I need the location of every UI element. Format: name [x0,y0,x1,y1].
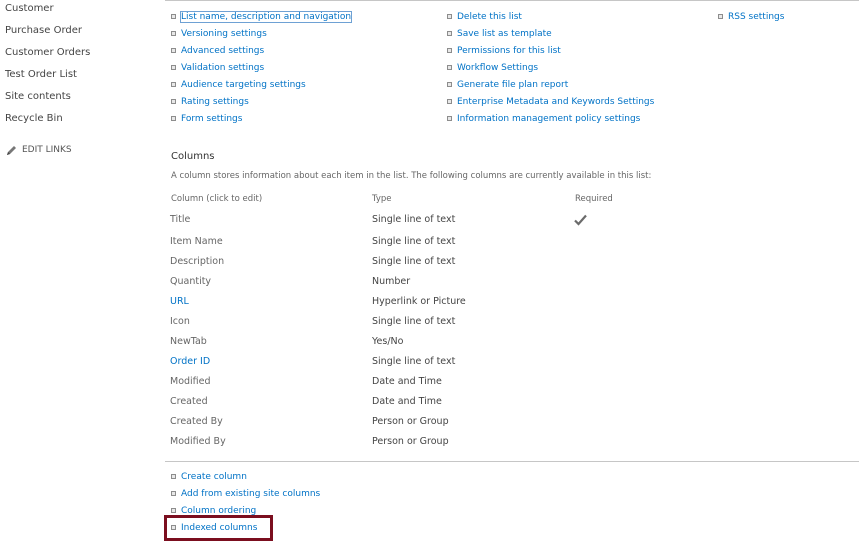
square-bullet-icon [447,116,452,121]
column-type: Single line of text [372,356,456,367]
square-bullet-icon [171,82,176,87]
column-name-link[interactable]: Order ID [170,355,210,369]
column-type: Hyperlink or Picture [372,296,466,307]
table-row: Created Date and Time [0,395,859,415]
information-management-policy-settings-link[interactable]: Information management policy settings [447,112,654,129]
column-name[interactable]: Item Name [170,235,223,249]
column-type: Single line of text [372,214,456,225]
column-type: Single line of text [372,316,456,327]
square-bullet-icon [171,474,176,479]
table-row: URL Hyperlink or Picture [0,295,859,315]
columns-heading: Columns [171,151,215,162]
top-border [165,0,859,1]
enterprise-metadata-keywords-settings-link[interactable]: Enterprise Metadata and Keywords Setting… [447,95,654,112]
settings-column-1: List name, description and navigation Ve… [171,10,353,129]
column-type: Yes/No [372,336,404,347]
nav-item-test-order-list[interactable]: Test Order List [5,68,77,82]
column-name[interactable]: Created By [170,415,223,429]
save-list-as-template-link[interactable]: Save list as template [447,27,654,44]
square-bullet-icon [447,65,452,70]
pencil-icon [6,145,17,156]
column-header-type: Type [372,194,392,204]
indexed-columns-highlight-box [164,515,273,541]
square-bullet-icon [718,14,723,19]
column-type: Date and Time [372,396,442,407]
audience-targeting-settings-link[interactable]: Audience targeting settings [171,78,351,95]
column-type: Number [372,276,411,287]
square-bullet-icon [171,14,176,19]
versioning-settings-link[interactable]: Versioning settings [171,27,351,44]
nav-item-customer-orders[interactable]: Customer Orders [5,46,90,60]
column-type: Person or Group [372,436,449,447]
delete-this-list-link[interactable]: Delete this list [447,10,654,27]
column-type: Single line of text [372,256,456,267]
list-name-description-navigation-link[interactable]: List name, description and navigation [171,10,353,27]
column-name[interactable]: Icon [170,315,190,329]
square-bullet-icon [171,65,176,70]
column-type: Person or Group [372,416,449,427]
square-bullet-icon [447,31,452,36]
rating-settings-link[interactable]: Rating settings [171,95,351,112]
column-name[interactable]: Modified By [170,435,226,449]
column-header-required: Required [575,194,613,204]
table-row: Icon Single line of text [0,315,859,335]
table-row: Order ID Single line of text [0,355,859,375]
nav-item-site-contents[interactable]: Site contents [5,90,71,104]
square-bullet-icon [447,82,452,87]
edit-links-button[interactable]: EDIT LINKS [6,144,72,156]
column-name[interactable]: NewTab [170,335,207,349]
square-bullet-icon [447,99,452,104]
column-type: Date and Time [372,376,442,387]
settings-column-3: RSS settings [718,10,784,27]
edit-links-label: EDIT LINKS [22,145,72,155]
column-name[interactable]: Quantity [170,275,211,289]
table-row: Modified By Person or Group [0,435,859,455]
table-row: Modified Date and Time [0,375,859,395]
create-column-link[interactable]: Create column [171,470,320,487]
table-row: Item Name Single line of text [0,235,859,255]
square-bullet-icon [171,99,176,104]
table-row: NewTab Yes/No [0,335,859,355]
nav-item-purchase-order[interactable]: Purchase Order [5,24,82,38]
advanced-settings-link[interactable]: Advanced settings [171,44,351,61]
workflow-settings-link[interactable]: Workflow Settings [447,61,654,78]
square-bullet-icon [171,508,176,513]
column-name[interactable]: Modified [170,375,211,389]
column-type: Single line of text [372,236,456,247]
checkmark-icon [574,211,587,230]
table-row: Quantity Number [0,275,859,295]
square-bullet-icon [171,48,176,53]
square-bullet-icon [171,31,176,36]
form-settings-link[interactable]: Form settings [171,112,351,129]
table-row: Description Single line of text [0,255,859,275]
columns-description: A column stores information about each i… [171,171,652,181]
square-bullet-icon [447,48,452,53]
table-row: Title Single line of text [0,213,859,233]
square-bullet-icon [171,116,176,121]
square-bullet-icon [171,491,176,496]
permissions-for-this-list-link[interactable]: Permissions for this list [447,44,654,61]
nav-item-recycle-bin[interactable]: Recycle Bin [5,112,63,126]
table-row: Created By Person or Group [0,415,859,435]
add-from-existing-site-columns-link[interactable]: Add from existing site columns [171,487,320,504]
column-name[interactable]: Created [170,395,208,409]
section-divider [165,461,859,462]
rss-settings-link[interactable]: RSS settings [718,10,784,27]
settings-column-2: Delete this list Save list as template P… [447,10,654,129]
nav-item-customer[interactable]: Customer [5,2,54,16]
column-name[interactable]: Title [170,213,190,227]
square-bullet-icon [447,14,452,19]
column-header-name: Column (click to edit) [171,194,263,204]
column-name-link[interactable]: URL [170,295,189,309]
generate-file-plan-report-link[interactable]: Generate file plan report [447,78,654,95]
column-name[interactable]: Description [170,255,224,269]
validation-settings-link[interactable]: Validation settings [171,61,351,78]
